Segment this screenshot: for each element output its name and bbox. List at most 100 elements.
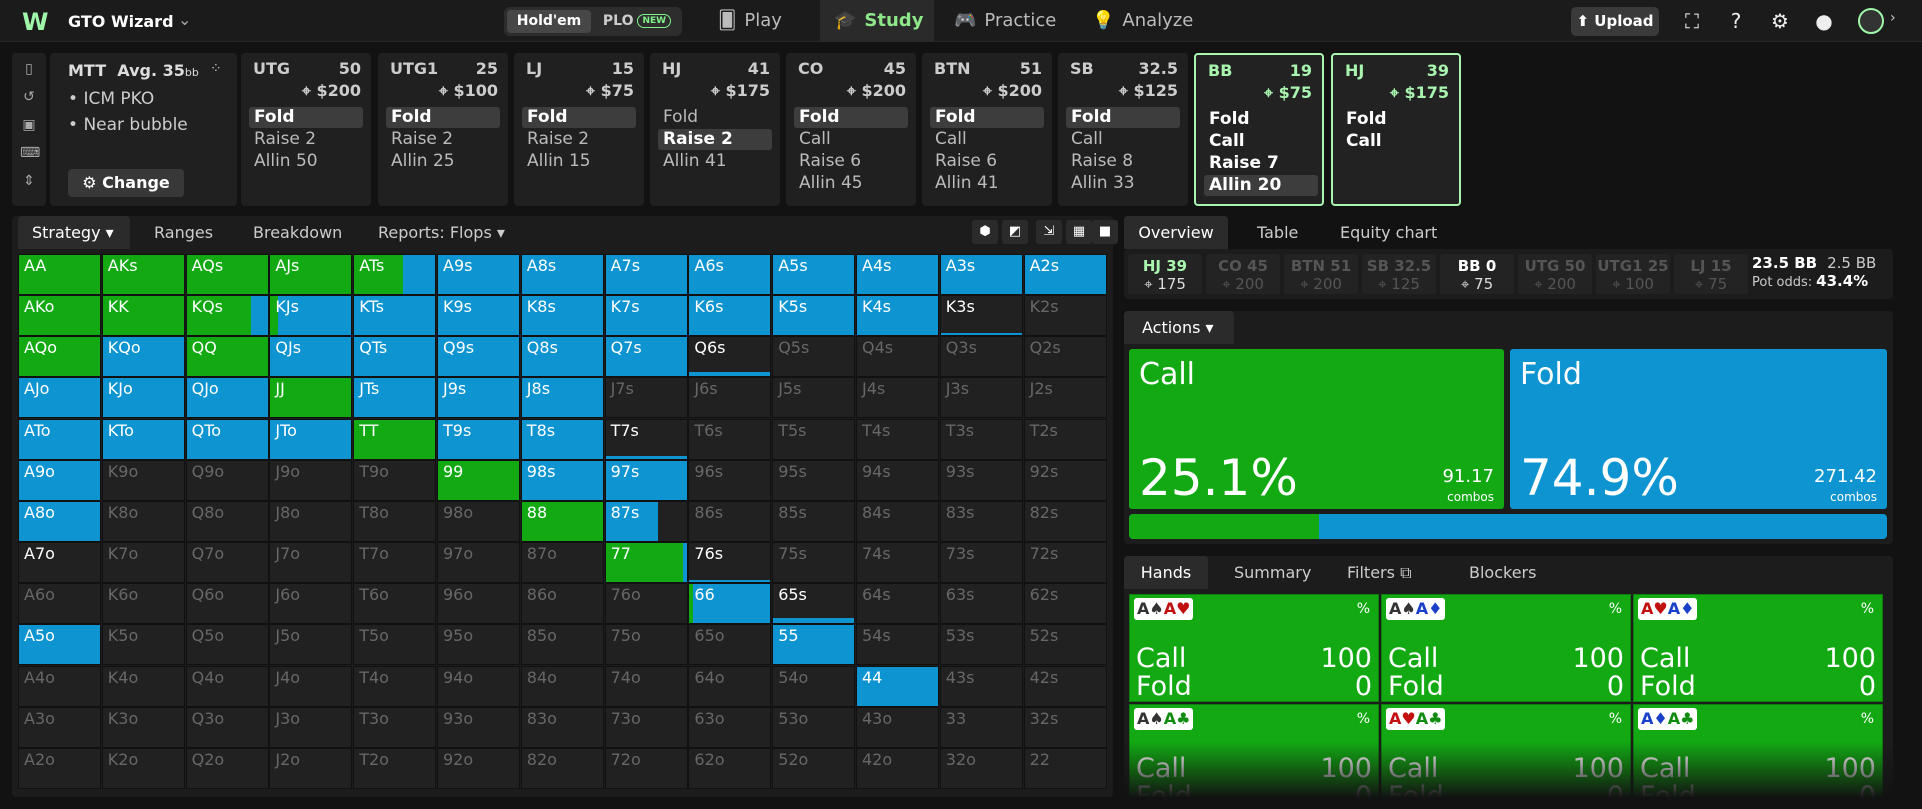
chevron-down-icon[interactable]: ⌄ [178, 10, 191, 29]
hand-cell-99[interactable]: 99 [437, 459, 520, 501]
player-action[interactable]: Fold [1341, 109, 1455, 130]
hand-cell-73s[interactable]: 73s [939, 542, 1023, 584]
player-card-bb[interactable]: BB 19 ⌖ $75 Fold Call Raise 7 Allin 20 [1194, 53, 1324, 206]
hand-cell-63o[interactable]: 63o [688, 706, 772, 748]
hand-cell-54o[interactable]: 54o [772, 665, 856, 707]
hand-cell-T9s[interactable]: T9s [437, 418, 520, 460]
action-fold[interactable]: Fold 74.9% 271.42 combos [1510, 349, 1887, 509]
account-icon[interactable]: ● [1811, 8, 1837, 34]
gear-icon[interactable]: ⚙ [1767, 8, 1793, 34]
hand-cell-65s[interactable]: 65s [772, 583, 856, 625]
bookmark-icon[interactable]: ▯ [20, 61, 38, 79]
player-action[interactable]: Call [1066, 129, 1180, 150]
hand-cell-J8o[interactable]: J8o [269, 500, 353, 542]
hand-cell-95s[interactable]: 95s [772, 459, 856, 501]
hand-cell-T6o[interactable]: T6o [353, 583, 437, 625]
hand-cell-T7o[interactable]: T7o [353, 542, 437, 584]
tab-reports-flops[interactable]: Reports: Flops ▾ [378, 216, 505, 249]
hand-cell-52s[interactable]: 52s [1023, 624, 1107, 666]
player-action[interactable]: Raise 7 [1204, 153, 1318, 174]
hand-cell-A3s[interactable]: A3s [939, 254, 1023, 295]
player-action[interactable]: Fold [658, 107, 772, 128]
hand-cell-K3o[interactable]: K3o [101, 706, 185, 748]
hand-cell-A2s[interactable]: A2s [1023, 254, 1107, 295]
player-action[interactable]: Raise 6 [794, 151, 908, 172]
hand-cell-AQs[interactable]: AQs [185, 254, 269, 295]
hand-cell-A7s[interactable]: A7s [604, 254, 688, 295]
grid-icon[interactable]: ▦ [1066, 220, 1092, 244]
hand-cell-83s[interactable]: 83s [939, 500, 1023, 542]
player-card-utg1[interactable]: UTG1 25 ⌖ $100 Fold Raise 2 Allin 25 [378, 53, 508, 206]
player-action[interactable]: Raise 6 [930, 151, 1044, 172]
hand-cell-T4s[interactable]: T4s [856, 418, 939, 460]
hand-cell-42s[interactable]: 42s [1023, 665, 1107, 707]
hand-cell-83o[interactable]: 83o [520, 706, 604, 748]
hand-cell-K5s[interactable]: K5s [772, 295, 856, 337]
hand-cell-KJs[interactable]: KJs [269, 295, 353, 337]
hand-cell-A9o[interactable]: A9o [18, 459, 101, 501]
hand-cell-Q9s[interactable]: Q9s [437, 336, 520, 378]
hand-cell-93o[interactable]: 93o [437, 706, 520, 748]
hand-cell-JTo[interactable]: JTo [269, 418, 353, 460]
hand-cell-J2s[interactable]: J2s [1023, 377, 1107, 419]
hand-cell-62s[interactable]: 62s [1023, 583, 1107, 625]
hand-cell-73o[interactable]: 73o [604, 706, 688, 748]
player-action[interactable]: Call [930, 129, 1044, 150]
player-action[interactable]: Allin 33 [1066, 173, 1180, 194]
history-icon[interactable]: ↺ [20, 89, 38, 107]
hand-cell-75s[interactable]: 75s [772, 542, 856, 584]
hand-cell-K8o[interactable]: K8o [101, 500, 185, 542]
help-icon[interactable]: ? [1723, 8, 1749, 34]
player-action[interactable]: Raise 8 [1066, 151, 1180, 172]
hand-cell-A5o[interactable]: A5o [18, 624, 101, 666]
hand-cell-82s[interactable]: 82s [1023, 500, 1107, 542]
player-action[interactable]: Call [1341, 131, 1455, 152]
hand-cell-KTo[interactable]: KTo [101, 418, 185, 460]
hand-cell-K4o[interactable]: K4o [101, 665, 185, 707]
hand-cell-65o[interactable]: 65o [688, 624, 772, 666]
hand-cell-94o[interactable]: 94o [437, 665, 520, 707]
nav-analyze[interactable]: 💡 Analyze [1092, 0, 1216, 42]
hand-cell-Q8s[interactable]: Q8s [520, 336, 604, 378]
hand-cell-AA[interactable]: AA [18, 254, 101, 295]
hand-cell-J9o[interactable]: J9o [269, 459, 353, 501]
hand-cell-J6o[interactable]: J6o [269, 583, 353, 625]
hand-cell-T8s[interactable]: T8s [520, 418, 604, 460]
chevron-right-icon[interactable]: › [1890, 10, 1896, 26]
tab-table[interactable]: Table [1257, 216, 1298, 249]
hand-cell-43o[interactable]: 43o [856, 706, 939, 748]
hand-cell-52o[interactable]: 52o [772, 747, 856, 789]
hand-cell-J9s[interactable]: J9s [437, 377, 520, 419]
hand-cell-K6s[interactable]: K6s [688, 295, 772, 337]
hand-cell-AQo[interactable]: AQo [18, 336, 101, 378]
hand-cell-A4o[interactable]: A4o [18, 665, 101, 707]
hand-cell-96s[interactable]: 96s [688, 459, 772, 501]
player-action[interactable]: Fold [249, 107, 363, 128]
hand-cell-84s[interactable]: 84s [856, 500, 939, 542]
hand-cell-T8o[interactable]: T8o [353, 500, 437, 542]
seat-hj[interactable]: HJ 39 ⌖ 175 [1128, 254, 1202, 294]
tab-summary[interactable]: Summary [1234, 556, 1311, 589]
hand-cell-62o[interactable]: 62o [688, 747, 772, 789]
hand-combo-card[interactable]: A♠A♥% Call 100 Fold 0 [1129, 594, 1379, 702]
hand-combo-card[interactable]: A♠A♦% Call 100 Fold 0 [1381, 594, 1631, 702]
seat-sb[interactable]: SB 32.5 ⌖ 125 [1362, 254, 1436, 294]
hand-cell-K3s[interactable]: K3s [939, 295, 1023, 337]
hand-cell-T5s[interactable]: T5s [772, 418, 856, 460]
hand-cell-77[interactable]: 77 [604, 542, 688, 584]
hand-cell-J7s[interactable]: J7s [604, 377, 688, 419]
player-action[interactable]: Allin 20 [1204, 175, 1318, 196]
hand-cell-KK[interactable]: KK [101, 295, 185, 337]
tab-blockers[interactable]: Blockers [1469, 556, 1536, 589]
hand-cell-K5o[interactable]: K5o [101, 624, 185, 666]
seat-utg1[interactable]: UTG1 25 ⌖ 100 [1596, 254, 1670, 294]
player-card-co[interactable]: CO 45 ⌖ $200 Fold Call Raise 6 Allin 45 [786, 53, 916, 206]
hand-cell-44[interactable]: 44 [856, 665, 939, 707]
hand-cell-Q8o[interactable]: Q8o [185, 500, 269, 542]
hand-cell-J3s[interactable]: J3s [939, 377, 1023, 419]
hand-cell-76o[interactable]: 76o [604, 583, 688, 625]
gamepad-icon[interactable]: ⌨ [20, 145, 40, 163]
hand-cell-Q5o[interactable]: Q5o [185, 624, 269, 666]
hand-cell-T2s[interactable]: T2s [1023, 418, 1107, 460]
hand-cell-ATs[interactable]: ATs [353, 254, 437, 295]
